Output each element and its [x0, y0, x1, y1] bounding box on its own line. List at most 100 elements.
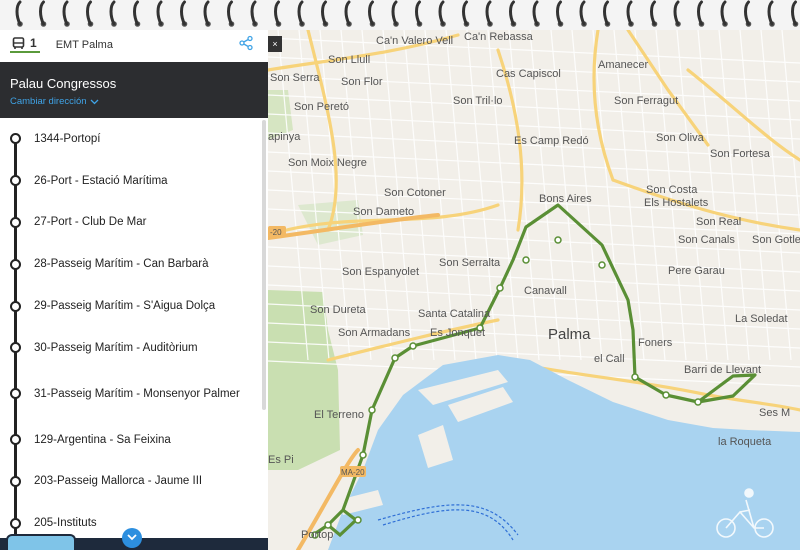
- scroll-down-button[interactable]: [122, 528, 142, 548]
- map-view[interactable]: Ca'n Valero Vell Ca'n Rebassa Son Llull …: [268, 30, 800, 550]
- stop-item[interactable]: 129-Argentina - Sa Feixina: [0, 419, 268, 461]
- map-label: Son Dureta: [310, 304, 367, 316]
- close-panel-button[interactable]: ×: [268, 36, 282, 52]
- binding-ring: [368, 0, 376, 27]
- change-direction-link[interactable]: Cambiar dirección: [10, 96, 99, 107]
- stop-list-scrollbar[interactable]: [262, 120, 266, 410]
- stop-label: 1344-Portopí: [34, 132, 101, 145]
- map-label: Els Hostalets: [644, 197, 709, 209]
- stop-item[interactable]: 203-Passeig Mallorca - Jaume III: [0, 461, 268, 503]
- map-label: Son Cotoner: [384, 187, 446, 199]
- route-stop-marker[interactable]: [598, 261, 606, 269]
- map-label: Son Moix Negre: [288, 157, 367, 169]
- binding-ring: [438, 0, 446, 27]
- map-label: La Soledat: [735, 313, 788, 325]
- binding-ring: [532, 0, 540, 27]
- destination-bar: Palau Congressos Cambiar dirección: [0, 62, 268, 118]
- route-stop-marker[interactable]: [522, 256, 530, 264]
- route-badge: 1: [10, 35, 40, 53]
- chevron-down-icon: [90, 99, 99, 104]
- route-stop-marker[interactable]: [496, 284, 504, 292]
- binding-ring: [673, 0, 681, 27]
- stop-item[interactable]: 1344-Portopí: [0, 118, 268, 160]
- chevron-down-icon: [127, 534, 137, 541]
- stop-dot: [10, 434, 21, 446]
- binding-ring: [579, 0, 587, 27]
- stop-dot: [10, 258, 21, 270]
- stop-item[interactable]: 26-Port - Estació Marítima: [0, 160, 268, 202]
- stop-label: 129-Argentina - Sa Feixina: [34, 433, 171, 446]
- route-stop-marker[interactable]: [554, 236, 562, 244]
- binding-ring: [509, 0, 517, 27]
- map-label: el Call: [594, 353, 625, 365]
- app-frame: 1 EMT Palma Palau Congressos Cambiar dir…: [0, 0, 800, 550]
- spiral-binding-icon: [15, 0, 799, 27]
- stop-dot: [10, 388, 21, 400]
- route-stop-marker[interactable]: [324, 521, 332, 529]
- stop-item[interactable]: 28-Passeig Marítim - Can Barbarà: [0, 243, 268, 285]
- road-shield-label: MA-20: [341, 468, 365, 477]
- change-direction-label: Cambiar dirección: [10, 96, 87, 107]
- stop-dot: [10, 175, 21, 187]
- route-stop-marker[interactable]: [694, 398, 702, 406]
- binding-ring: [109, 0, 117, 27]
- map-label: Ses M: [759, 407, 790, 419]
- map-label: Foners: [638, 337, 673, 349]
- route-stop-marker[interactable]: [359, 451, 367, 459]
- map-label: Bons Aires: [539, 193, 592, 205]
- binding-ring: [603, 0, 611, 27]
- route-stop-marker[interactable]: [631, 373, 639, 381]
- route-stop-marker[interactable]: [391, 354, 399, 362]
- map-label: Son Serra: [270, 72, 320, 84]
- map-label: Son Tril·lo: [453, 95, 503, 107]
- stop-item[interactable]: 30-Passeig Marítim - Auditòrium: [0, 327, 268, 369]
- binding-ring: [391, 0, 399, 27]
- route-panel: 1 EMT Palma Palau Congressos Cambiar dir…: [0, 30, 268, 550]
- map-label: Son Gotle: [752, 234, 800, 246]
- binding-ring: [321, 0, 329, 27]
- map-canvas[interactable]: Ca'n Valero Vell Ca'n Rebassa Son Llull …: [268, 30, 800, 550]
- route-stop-marker[interactable]: [662, 391, 670, 399]
- binding-ring: [697, 0, 705, 27]
- map-label: Son Llull: [328, 54, 370, 66]
- stop-label: 31-Passeig Marítim - Monsenyor Palmer: [34, 387, 240, 400]
- map-label: Son Flor: [341, 76, 383, 88]
- binding-ring: [485, 0, 493, 27]
- route-stop-marker[interactable]: [409, 342, 417, 350]
- route-stop-marker[interactable]: [354, 516, 362, 524]
- stop-dot: [10, 342, 21, 354]
- map-label: Son Armadans: [338, 327, 411, 339]
- stop-label: 203-Passeig Mallorca - Jaume III: [34, 475, 203, 488]
- binding-ring: [274, 0, 282, 27]
- stop-label: 29-Passeig Marítim - S'Aigua Dolça: [34, 300, 216, 313]
- map-label: Palma: [548, 326, 591, 343]
- map-label: Son Fortesa: [710, 148, 771, 160]
- binding-ring: [297, 0, 305, 27]
- stop-dot: [10, 133, 21, 145]
- map-label: Amanecer: [598, 59, 648, 71]
- map-label: Ca'n Valero Vell: [376, 35, 453, 47]
- map-label: Es Jonquet: [430, 327, 485, 339]
- route-number: 1: [30, 35, 37, 50]
- map-label: apinya: [268, 131, 301, 143]
- map-label: Son Real: [696, 216, 741, 228]
- stop-item[interactable]: 27-Port - Club De Mar: [0, 202, 268, 244]
- binding-ring: [227, 0, 235, 27]
- stop-item[interactable]: 31-Passeig Marítim - Monsenyor Palmer: [0, 369, 268, 419]
- stop-item[interactable]: 29-Passeig Marítim - S'Aigua Dolça: [0, 285, 268, 327]
- map-label: Santa Catalina: [418, 308, 491, 320]
- stop-dot: [10, 216, 21, 228]
- map-label: Son Oliva: [656, 132, 705, 144]
- stop-label: 28-Passeig Marítim - Can Barbarà: [34, 258, 209, 271]
- binding-ring: [462, 0, 470, 27]
- route-stop-marker[interactable]: [368, 406, 376, 414]
- operator-name: EMT Palma: [55, 39, 113, 51]
- map-label: Barri de Llevant: [684, 364, 761, 376]
- map-label: El Terreno: [314, 409, 364, 421]
- phone-thumbnail: [6, 534, 76, 550]
- stop-dot: [10, 517, 21, 529]
- binding-ring: [62, 0, 70, 27]
- close-icon: ×: [272, 39, 278, 49]
- share-icon[interactable]: [238, 35, 254, 51]
- stop-label: 30-Passeig Marítim - Auditòrium: [34, 341, 198, 354]
